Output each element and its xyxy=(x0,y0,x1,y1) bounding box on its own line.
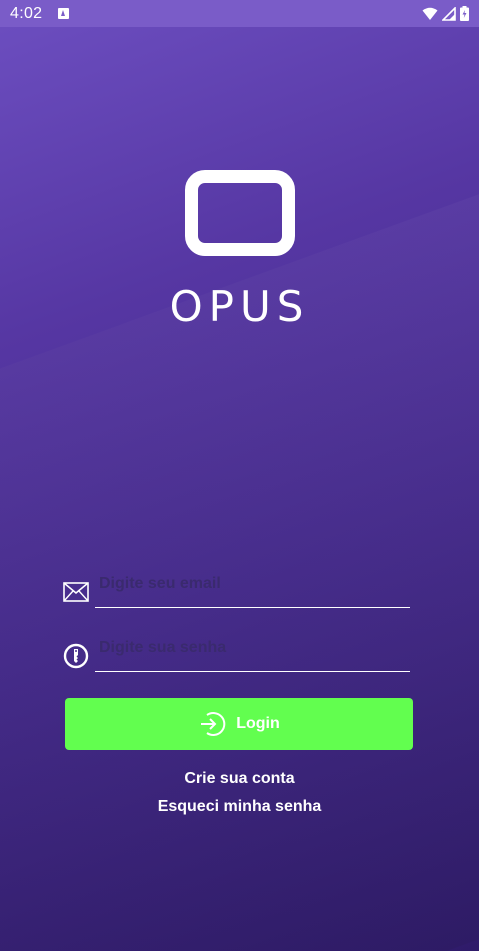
login-arrow-icon xyxy=(201,712,226,736)
login-button[interactable]: Login xyxy=(65,698,413,750)
status-bar: 4:02 xyxy=(0,0,479,27)
brand-name: OPUS xyxy=(169,282,310,331)
login-screen: 4:02 OPUS Digite seu email Login Crie su… xyxy=(0,0,479,951)
email-input[interactable] xyxy=(95,568,410,608)
key-icon xyxy=(62,642,90,670)
password-input[interactable] xyxy=(95,632,410,672)
wifi-icon xyxy=(422,7,438,20)
brand-logo: OPUS xyxy=(0,170,479,331)
email-field-group xyxy=(62,568,410,610)
envelope-icon xyxy=(62,578,90,606)
login-button-label: Login xyxy=(236,715,280,732)
create-account-link[interactable]: Crie sua conta xyxy=(0,770,479,788)
app-notification-icon xyxy=(58,8,70,19)
password-field-group xyxy=(62,632,410,674)
signal-icon xyxy=(442,6,456,21)
status-time: 4:02 xyxy=(10,4,43,22)
rounded-square-logo-icon xyxy=(184,170,295,256)
battery-icon xyxy=(460,6,469,21)
forgot-password-link[interactable]: Esqueci minha senha xyxy=(0,798,479,816)
status-icons xyxy=(422,6,469,21)
